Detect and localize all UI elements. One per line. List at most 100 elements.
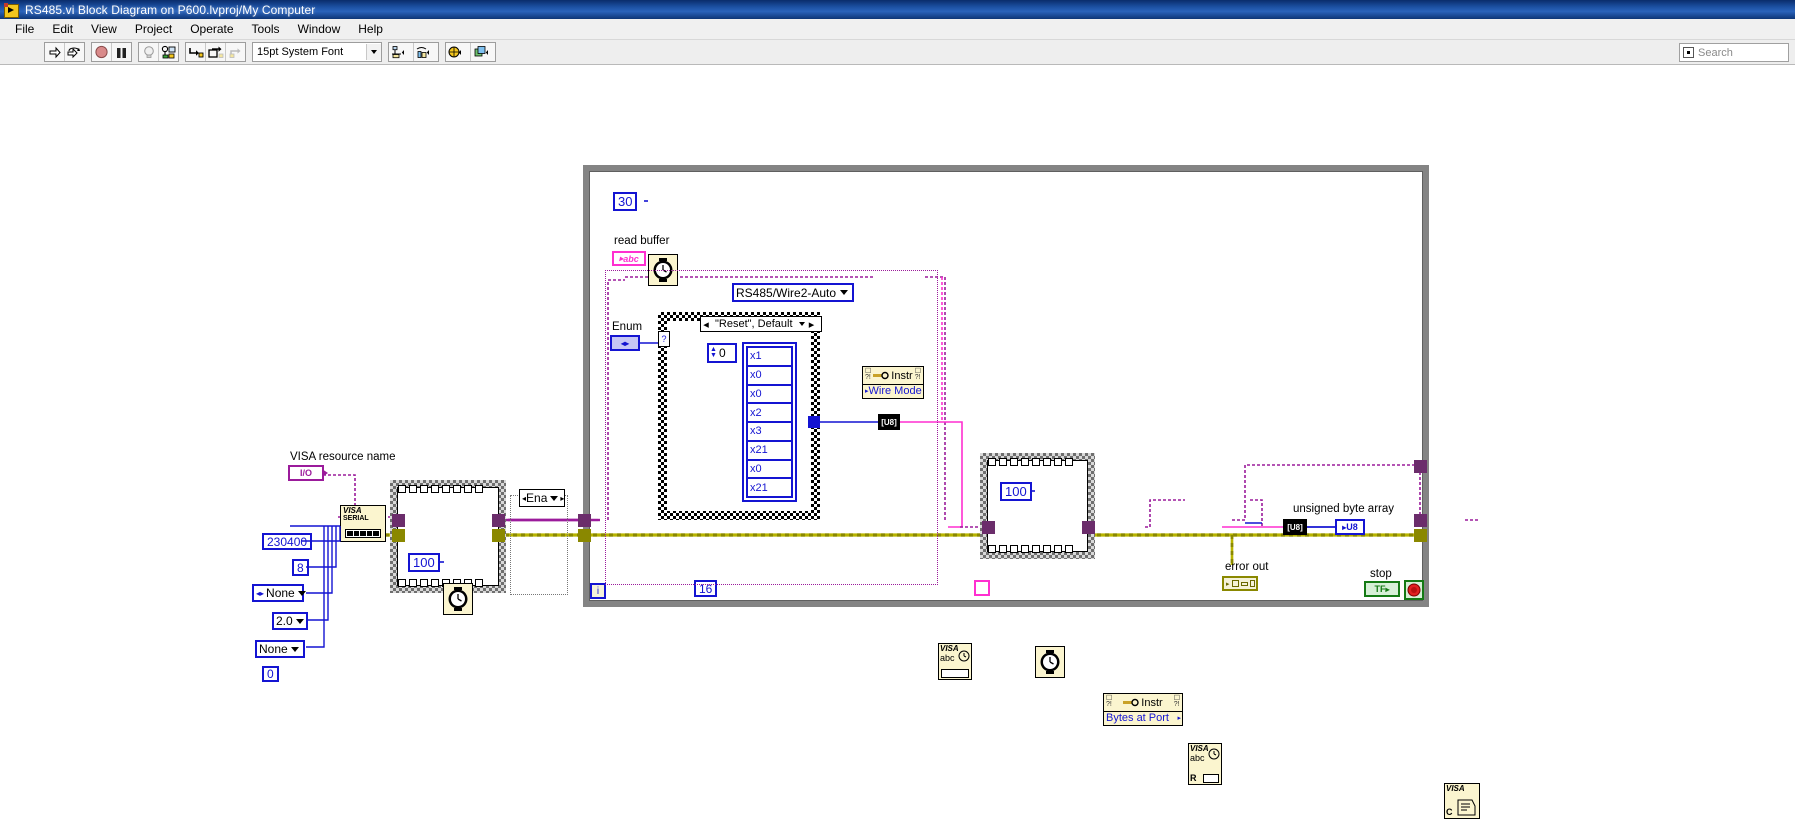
visa-resource-name-label: VISA resource name [290,451,396,463]
menu-item-operate[interactable]: Operate [181,20,242,38]
run-button[interactable] [45,43,65,61]
for-loop-right-tunnel-in[interactable] [982,521,995,534]
case-dropdown-icon[interactable] [797,317,807,331]
array-element[interactable]: x21 [746,439,793,461]
window-title: RS485.vi Block Diagram on P600.lvproj/My… [25,2,316,17]
for-loop-left-tunnel-in-error[interactable] [392,529,405,542]
step-out-button[interactable] [226,43,245,61]
visa-close-node[interactable]: VISA C [1444,783,1480,819]
for-loop-left-tunnel-out-error[interactable] [492,529,505,542]
wait-right-wire [1031,490,1035,492]
while-loop-stop-condition[interactable] [1404,580,1424,600]
step-controls-group [185,42,246,62]
stop-sign-icon [1407,583,1421,597]
menu-item-project[interactable]: Project [126,20,181,38]
array-element[interactable]: x21 [746,477,793,498]
while-loop-tunnel-visa-out[interactable] [1414,514,1427,527]
case-output-tunnel[interactable] [808,416,820,428]
array-element[interactable]: x1 [746,346,793,367]
run-continuously-button[interactable] [65,43,84,61]
search-icon [1683,47,1694,58]
for-loop-left-top-nubs [398,485,483,493]
while-loop-tunnel-error-in[interactable] [578,529,591,542]
string-to-byte-array-node[interactable]: [U8] [1283,519,1307,535]
close-icon [1457,799,1476,816]
array-element[interactable]: x2 [746,402,793,423]
distribute-objects-button[interactable] [414,43,438,61]
enum-label: Enum [612,321,643,333]
error-out-indicator[interactable]: ▸ [1222,576,1258,591]
menu-item-tools[interactable]: Tools [243,20,289,38]
wait-ms-node-left[interactable] [443,583,473,615]
case-selector-terminal[interactable]: ? [658,331,670,347]
visa-write-node[interactable]: VISA abc [938,643,972,680]
enum-terminal[interactable]: ◂▸ [610,335,640,351]
clock-icon [1040,650,1060,674]
terminal-arrow-icon [322,469,328,477]
string-constant-empty[interactable] [974,580,990,596]
clock-small-icon [958,650,970,662]
resize-objects-button[interactable] [446,43,471,61]
enable-ring-constant[interactable]: ◂ Ena ▸ [519,489,565,507]
menu-bar: File Edit View Project Operate Tools Win… [0,19,1795,40]
array-index-display[interactable]: ▲ ▼ 0 [707,343,737,363]
block-diagram-canvas[interactable]: VISA resource name I/O VISA SERIAL 23040… [0,65,1795,819]
resize-reorder-group [445,42,496,62]
for-loop-left-tunnel-out-visa[interactable] [492,514,505,527]
for-loop-left-tunnel-in-visa[interactable] [392,514,405,527]
while-loop-tunnel-visa-close[interactable] [1414,460,1427,473]
execution-controls-group [91,42,132,62]
for-loop-right-top-nubs [988,458,1073,466]
window-title-bar: RS485.vi Block Diagram on P600.lvproj/My… [0,0,1795,19]
case-selector-label[interactable]: ◂ "Reset", Default ▸ [700,316,822,332]
unsigned-byte-array-indicator[interactable]: ▸ U8 [1335,519,1365,535]
array-constant[interactable]: x1 x0 x0 x2 x3 x21 x0 x21 [742,342,797,502]
byte-array-to-string-node[interactable]: [U8] [878,414,900,430]
menu-item-edit[interactable]: Edit [43,20,82,38]
menu-item-window[interactable]: Window [289,20,350,38]
config-constant-wires [290,525,341,648]
reorder-objects-button[interactable] [471,43,495,61]
align-objects-button[interactable] [389,43,414,61]
pause-button[interactable] [112,43,131,61]
error-out-label: error out [1225,561,1269,573]
labview-vi-icon [4,2,20,18]
search-input[interactable]: Search [1679,43,1789,62]
clock-icon [448,587,468,611]
array-element[interactable]: x3 [746,421,793,442]
run-controls-group [44,42,85,62]
toolbar: 15pt System Font Search [0,40,1795,65]
font-selector-value: 15pt System Font [257,46,344,58]
array-element[interactable]: x0 [746,458,793,480]
retain-wire-values-button[interactable] [159,43,178,61]
read-buffer-terminal[interactable]: ▸ abc [612,251,646,266]
for-loop-right-tunnel-out[interactable] [1082,521,1095,534]
highlight-execution-button[interactable] [139,43,159,61]
property-node-bytes-at-port[interactable]: ☐?! Instr ☐?! Bytes at Port ▸ [1103,693,1183,726]
clock-small-icon [1208,748,1220,760]
wait-ms-node-right[interactable] [1035,646,1065,678]
property-node-wire-mode[interactable]: ☐?! Instr ☐?! ▸ Wire Mode [862,366,924,399]
wire-mode-ring-constant[interactable]: RS485/Wire2-Auto [732,283,854,302]
array-element[interactable]: x0 [746,364,793,386]
array-element[interactable]: x0 [746,383,793,405]
case-prev-arrow-icon[interactable]: ◂ [701,317,711,331]
step-over-button[interactable] [206,43,226,61]
menu-item-file[interactable]: File [6,20,43,38]
abort-execution-button[interactable] [92,43,112,61]
stop-boolean-terminal[interactable]: TF ▸ [1364,581,1400,597]
case-next-arrow-icon[interactable]: ▸ [807,317,817,331]
menu-item-help[interactable]: Help [349,20,392,38]
menu-item-view[interactable]: View [82,20,126,38]
visa-resource-name-terminal[interactable]: I/O [288,465,324,481]
iteration-terminal: i [590,583,606,599]
while-loop-tunnel-visa-in[interactable] [578,514,591,527]
step-into-button[interactable] [186,43,206,61]
while-loop-tunnel-error-out[interactable] [1414,529,1427,542]
visa-read-node[interactable]: VISA abc R [1188,743,1222,785]
for-loop-right-bottom-nubs [988,545,1073,553]
font-selector[interactable]: 15pt System Font [252,42,382,62]
unsigned-byte-array-label: unsigned byte array [1293,503,1395,515]
search-placeholder: Search [1698,46,1733,59]
chevron-down-icon[interactable] [366,44,381,60]
